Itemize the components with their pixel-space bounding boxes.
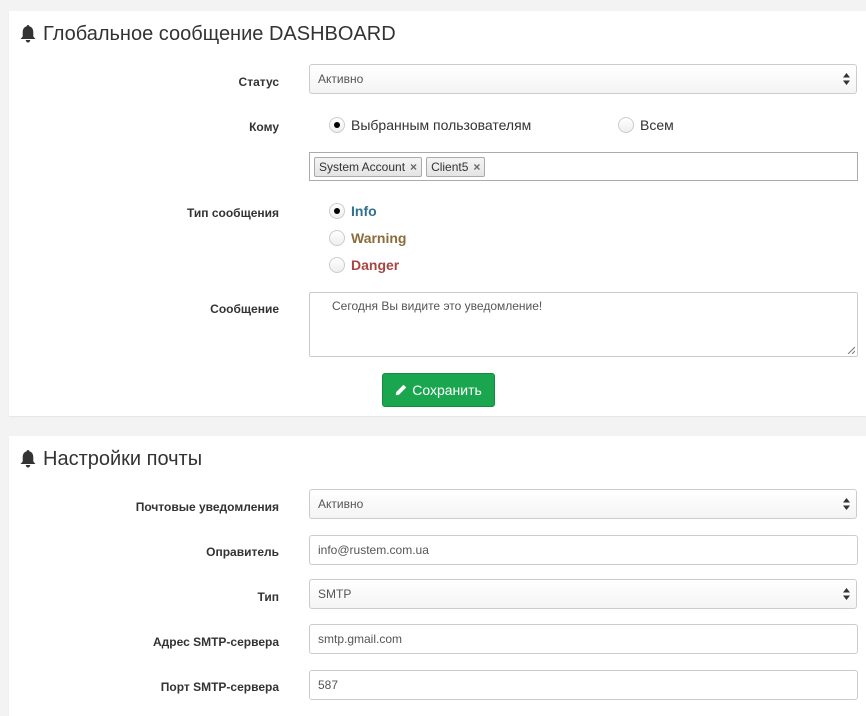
- save-button[interactable]: Сохранить: [382, 373, 495, 407]
- user-tag: Client5 ×: [426, 156, 486, 177]
- to-option-all[interactable]: Всем: [618, 117, 674, 133]
- message-label: Сообщение: [210, 302, 279, 316]
- select-arrows-icon: [843, 588, 850, 600]
- user-tag-label: Client5: [431, 159, 469, 174]
- global-message-panel: Глобальное сообщение DASHBOARD Статус Ак…: [9, 11, 866, 416]
- resize-handle-icon[interactable]: [847, 346, 855, 354]
- sender-value: info@rustem.com.ua: [318, 543, 429, 557]
- radio-selected-users[interactable]: [329, 117, 345, 133]
- to-option-label: Всем: [640, 117, 674, 133]
- mail-settings-panel: Настройки почты Почтовые уведомления Акт…: [9, 436, 866, 716]
- status-select-value: Активно: [318, 72, 364, 86]
- smtp-host-value: smtp.gmail.com: [318, 632, 403, 646]
- smtp-port-value: 587: [318, 678, 339, 692]
- select-arrows-icon: [843, 498, 850, 510]
- user-tag-label: System Account: [319, 159, 406, 174]
- status-select[interactable]: Активно: [309, 64, 857, 94]
- sender-label: Оправитель: [206, 545, 279, 559]
- smtp-host-label: Адрес SMTP-сервера: [152, 635, 279, 649]
- status-label: Статус: [238, 75, 279, 89]
- panel-title-global-message: Глобальное сообщение DASHBOARD: [19, 21, 396, 47]
- message-textarea[interactable]: Сегодня Вы видите это уведомление!: [309, 292, 858, 357]
- mail-notifications-value: Активно: [318, 497, 364, 511]
- type-option-label: Info: [351, 203, 377, 219]
- save-button-label: Сохранить: [412, 382, 482, 398]
- type-option-danger[interactable]: Danger: [329, 257, 399, 273]
- mail-type-select[interactable]: SMTP: [309, 579, 857, 609]
- panel-title-mail-settings: Настройки почты: [19, 446, 202, 472]
- tag-remove-icon[interactable]: ×: [410, 160, 417, 174]
- type-option-warning[interactable]: Warning: [329, 230, 406, 246]
- bell-icon: [20, 450, 36, 468]
- panel-title-text: Настройки почты: [43, 447, 203, 470]
- message-type-label: Тип сообщения: [186, 206, 279, 220]
- smtp-port-label: Порт SMTP-сервера: [160, 680, 279, 694]
- type-option-label: Danger: [351, 257, 400, 273]
- type-option-info[interactable]: Info: [329, 203, 377, 219]
- type-option-label: Warning: [351, 230, 407, 246]
- pencil-icon: [396, 384, 407, 396]
- smtp-port-input[interactable]: 587: [309, 670, 858, 700]
- smtp-host-input[interactable]: smtp.gmail.com: [309, 624, 858, 654]
- panel-title-text: Глобальное сообщение DASHBOARD: [43, 22, 396, 45]
- radio-danger[interactable]: [329, 257, 345, 273]
- to-option-selected-users[interactable]: Выбранным пользователям: [329, 117, 531, 133]
- bell-icon: [20, 25, 36, 43]
- radio-warning[interactable]: [329, 230, 345, 246]
- user-tag: System Account ×: [314, 156, 423, 177]
- sender-input[interactable]: info@rustem.com.ua: [309, 535, 858, 565]
- users-multiselect[interactable]: System Account × Client5 ×: [309, 152, 858, 181]
- tag-remove-icon[interactable]: ×: [473, 160, 480, 174]
- mail-type-label: Тип: [257, 590, 280, 604]
- to-option-label: Выбранным пользователям: [351, 117, 532, 133]
- message-text: Сегодня Вы видите это уведомление!: [332, 299, 543, 313]
- to-label: Кому: [249, 120, 279, 134]
- mail-notifications-select[interactable]: Активно: [309, 489, 857, 519]
- radio-all[interactable]: [618, 117, 634, 133]
- radio-info[interactable]: [329, 203, 345, 219]
- mail-notifications-label: Почтовые уведомления: [135, 500, 279, 514]
- select-arrows-icon: [843, 73, 850, 85]
- mail-type-value: SMTP: [318, 587, 352, 601]
